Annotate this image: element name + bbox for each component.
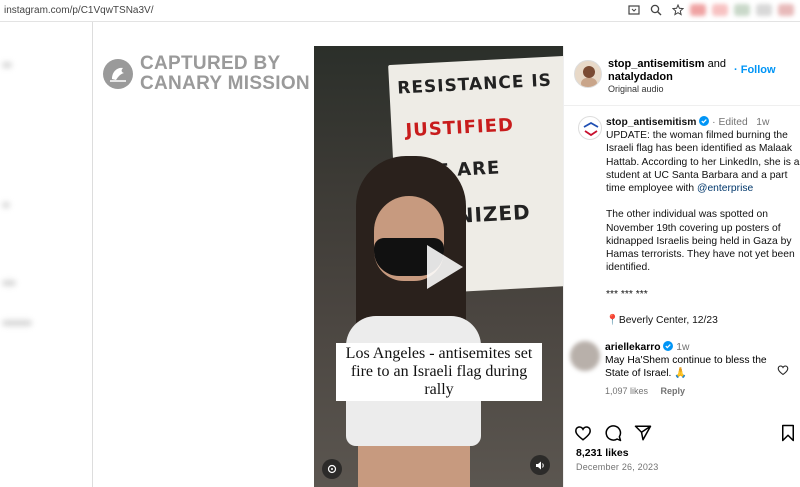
zoom-icon[interactable] — [649, 3, 663, 17]
mention-link[interactable]: @enterprise — [697, 183, 753, 194]
author-link-1[interactable]: stop_antisemitism — [608, 58, 705, 70]
canary-logo-icon — [103, 59, 133, 89]
post-actions — [574, 424, 799, 442]
left-navigation-blurred — [0, 22, 93, 487]
audio-label[interactable]: Original audio — [608, 84, 664, 94]
avatar[interactable] — [574, 60, 602, 88]
audio-track-icon — [327, 464, 337, 474]
stop-antisemitism-logo-icon — [583, 121, 599, 137]
like-heart-icon[interactable] — [574, 424, 592, 442]
watermark-line1: CAPTURED BY — [140, 53, 281, 74]
author-link-2[interactable]: natalydadon — [608, 71, 673, 83]
save-bookmark-icon[interactable] — [779, 424, 797, 442]
watermark-line2: CANARY MISSION — [140, 73, 310, 94]
mute-button[interactable] — [530, 455, 550, 475]
sign-line-1: RESISTANCE IS — [396, 70, 553, 99]
browser-address-bar: instagram.com/p/C1VqwTSNa3V/ — [0, 0, 800, 22]
pin-icon: 📍 — [606, 315, 619, 327]
follow-button[interactable]: · Follow — [734, 64, 776, 76]
play-icon[interactable] — [413, 239, 469, 295]
audio-track-button[interactable] — [322, 459, 342, 479]
comment-likes[interactable]: 1,097 likes — [605, 386, 648, 396]
share-icon[interactable] — [634, 424, 652, 442]
comment-author[interactable]: ariellekarro — [605, 342, 661, 353]
comment-icon[interactable] — [604, 424, 622, 442]
post-author[interactable]: stop_antisemitism — [606, 117, 696, 128]
author-joiner: and — [704, 58, 727, 70]
comment-reply-button[interactable]: Reply — [661, 386, 686, 396]
comment-age: 1w — [676, 342, 690, 353]
post-separator: *** *** *** — [606, 288, 648, 300]
video-subject — [334, 156, 494, 487]
post-date[interactable]: December 26, 2023 — [576, 462, 658, 472]
author-avatar[interactable] — [578, 116, 602, 140]
video-player[interactable]: RESISTANCE IS JUSTIFIED OPLE ARE COLONIZ… — [314, 46, 563, 487]
post-authors: stop_antisemitism and natalydadon — [608, 58, 726, 84]
bookmark-star-icon[interactable] — [671, 3, 685, 17]
url-text[interactable]: instagram.com/p/C1VqwTSNa3V/ — [4, 5, 154, 16]
commenter-avatar[interactable] — [570, 341, 600, 371]
post-sidebar: stop_antisemitism and natalydadon Origin… — [563, 46, 800, 487]
speaker-icon — [535, 461, 544, 469]
comment-text: May Ha'Shem continue to bless the State … — [605, 355, 767, 379]
verified-badge-icon — [699, 116, 710, 126]
post-header: stop_antisemitism and natalydadon Origin… — [564, 46, 800, 106]
verified-badge-icon — [663, 341, 674, 351]
install-app-icon[interactable] — [627, 3, 641, 17]
post-paragraph-2: The other individual was spotted on Nove… — [606, 209, 795, 274]
comment-like-heart-icon[interactable] — [777, 364, 789, 376]
likes-count[interactable]: 8,231 likes — [576, 447, 629, 459]
video-caption: Los Angeles - antisemites set fire to an… — [336, 343, 542, 401]
post-location: Beverly Center, 12/23 — [618, 315, 718, 327]
post-age[interactable]: 1w — [756, 117, 769, 128]
edited-label: Edited — [718, 117, 748, 128]
canary-mission-watermark: CAPTURED BY CANARY MISSION — [102, 54, 310, 94]
sign-line-2: JUSTIFIED — [405, 114, 515, 142]
extensions-area — [690, 4, 794, 16]
